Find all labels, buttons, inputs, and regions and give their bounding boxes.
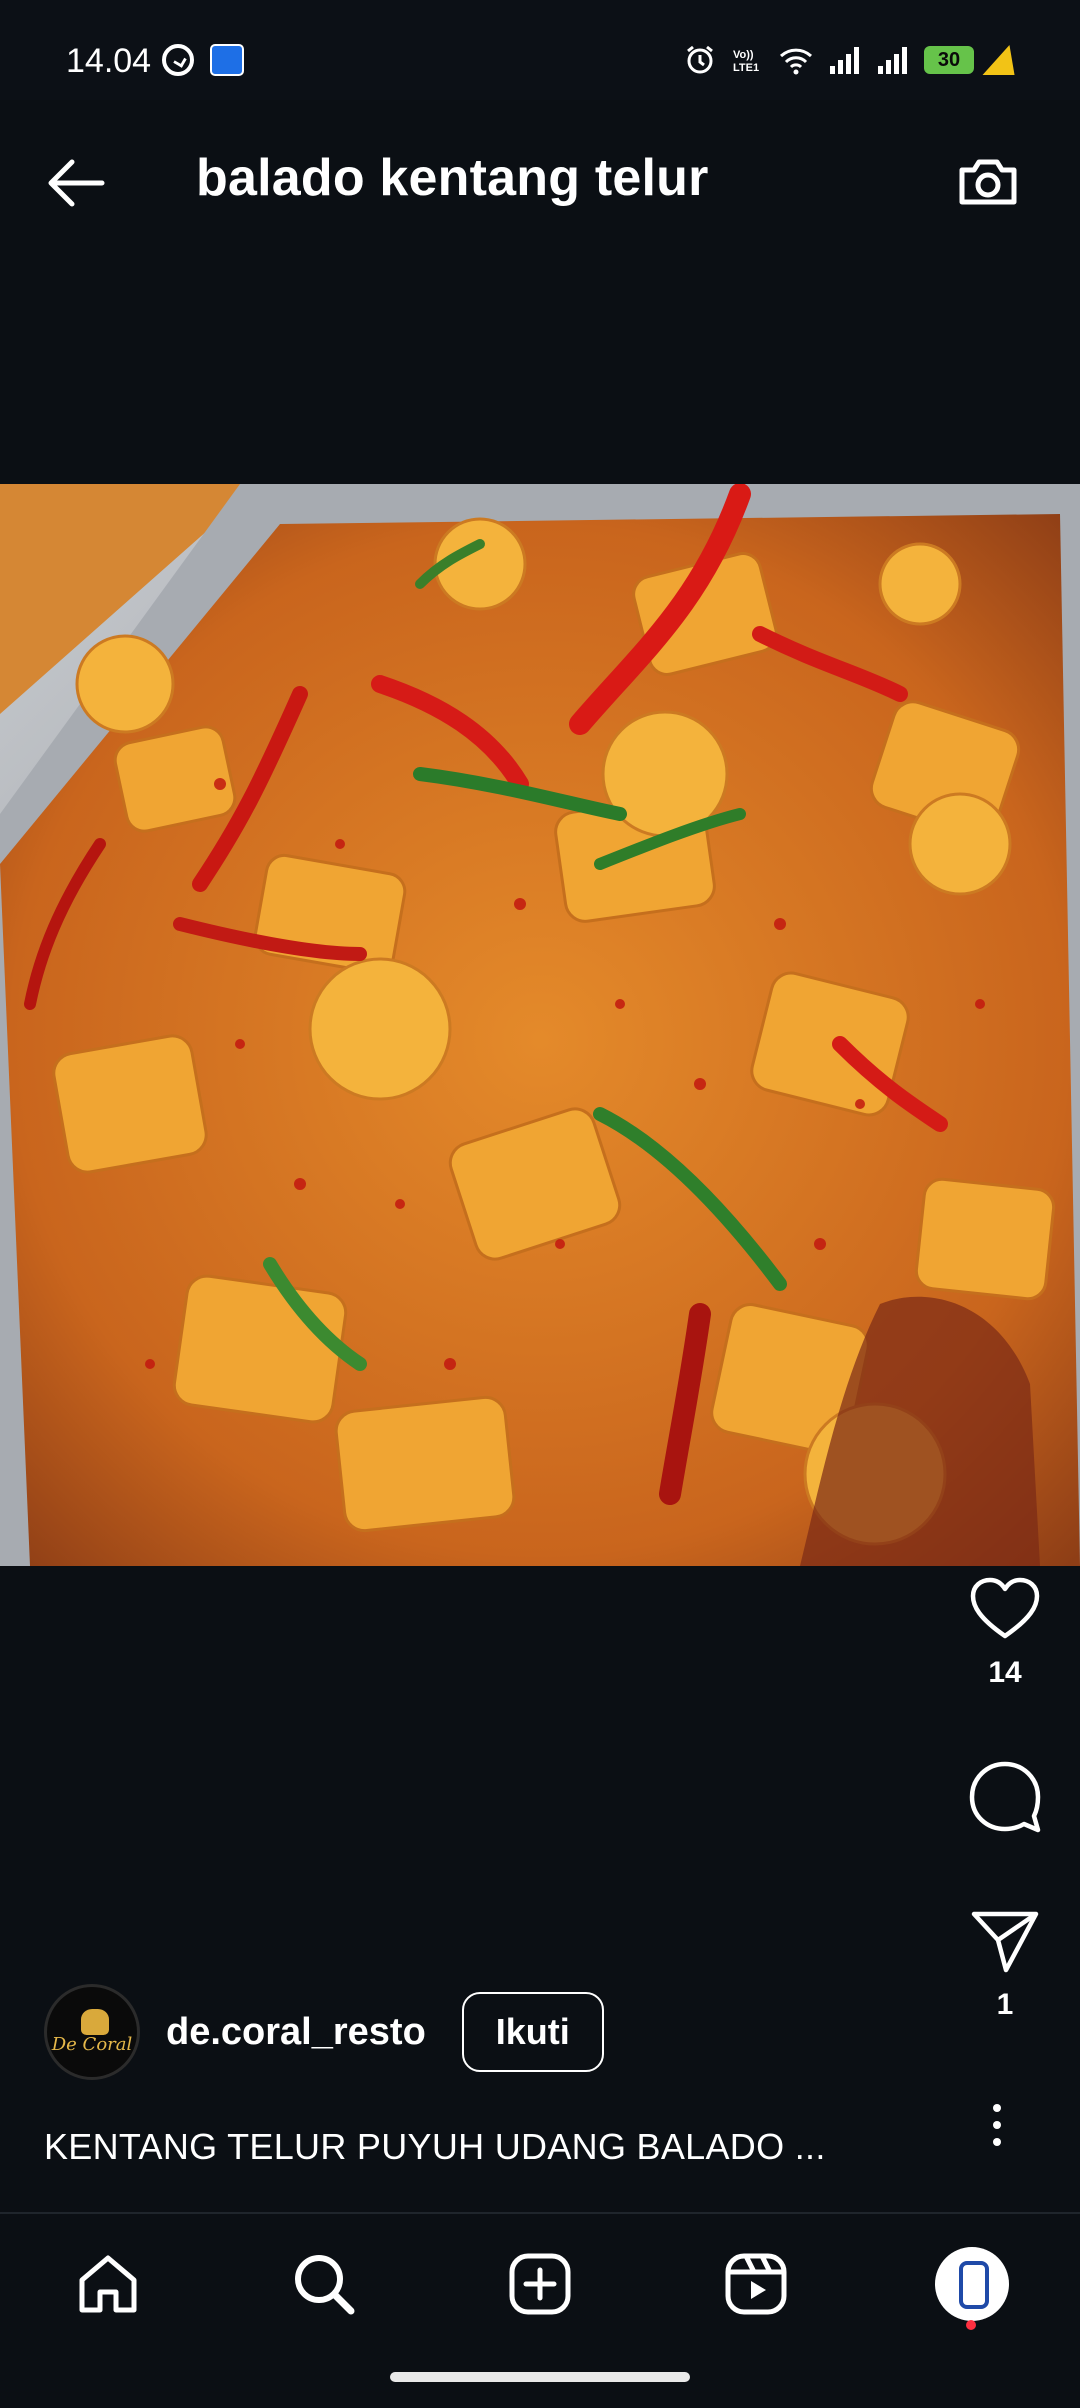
notification-dot (966, 2320, 976, 2330)
more-icon (982, 2104, 1012, 2146)
share-count: 1 (996, 1988, 1014, 2021)
bottom-nav (0, 2214, 1080, 2344)
whatsapp-icon (162, 44, 194, 76)
post-caption[interactable]: KENTANG TELUR PUYUH UDANG BALADO ... (44, 2126, 826, 2168)
like-count: 14 (988, 1656, 1022, 1689)
back-button[interactable] (46, 158, 106, 208)
header: balado kentang telur (0, 100, 1080, 270)
send-icon (971, 1911, 1039, 1973)
status-time: 14.04 (66, 42, 152, 80)
svg-text:Vo)): Vo)) (733, 49, 754, 61)
avatar-logo (81, 2009, 109, 2035)
profile-avatar (935, 2247, 1009, 2321)
share-button[interactable] (970, 1910, 1040, 1974)
avatar-logo-text: De Coral (51, 2034, 133, 2055)
search-icon (295, 2255, 355, 2315)
nav-home[interactable] (68, 2244, 148, 2324)
nav-search[interactable] (284, 2244, 364, 2324)
like-action: 14 (930, 1576, 1080, 1690)
comment-button[interactable] (968, 1760, 1042, 1834)
nav-reels[interactable] (716, 2244, 796, 2324)
arrow-left-icon (48, 159, 105, 207)
follow-button[interactable]: Ikuti (461, 1992, 604, 2072)
camera-button[interactable] (956, 150, 1020, 214)
app-notification-icon (210, 44, 244, 76)
nav-create[interactable] (500, 2244, 580, 2324)
reels-icon (725, 2253, 787, 2315)
heart-icon (970, 1577, 1040, 1639)
charging-icon (982, 45, 1026, 75)
more-options-button[interactable] (982, 2104, 1012, 2154)
battery-icon: 30 (924, 46, 974, 74)
post-actions: 14 1 (930, 1560, 1080, 2260)
post-image[interactable] (0, 484, 1080, 1566)
like-button[interactable] (969, 1576, 1041, 1642)
svg-text:LTE1: LTE1 (733, 62, 759, 74)
signal-icon (830, 47, 859, 74)
page-title: balado kentang telur (196, 149, 709, 207)
share-action: 1 (930, 1910, 1080, 2022)
status-notification-icons (162, 44, 244, 76)
camera-icon (959, 159, 1017, 205)
signal-icon (878, 47, 907, 74)
comment-icon (969, 1761, 1041, 1833)
alarm-icon (687, 45, 713, 74)
home-indicator[interactable] (390, 2372, 690, 2382)
avatar[interactable]: De Coral (44, 1984, 140, 2080)
create-icon (509, 2253, 571, 2315)
nav-profile[interactable] (932, 2244, 1012, 2324)
status-system-icons: Vo)) LTE1 30 (684, 44, 1026, 76)
username[interactable]: de.coral_resto (166, 2011, 426, 2054)
status-bar: 14.04 Vo)) LTE1 30 (0, 0, 1080, 100)
volte-icon: Vo))LTE1 (733, 49, 759, 74)
author-row: De Coral de.coral_resto Ikuti (44, 1982, 604, 2082)
comment-action (930, 1760, 1080, 1834)
wifi-icon (779, 48, 813, 75)
home-icon (79, 2255, 137, 2313)
